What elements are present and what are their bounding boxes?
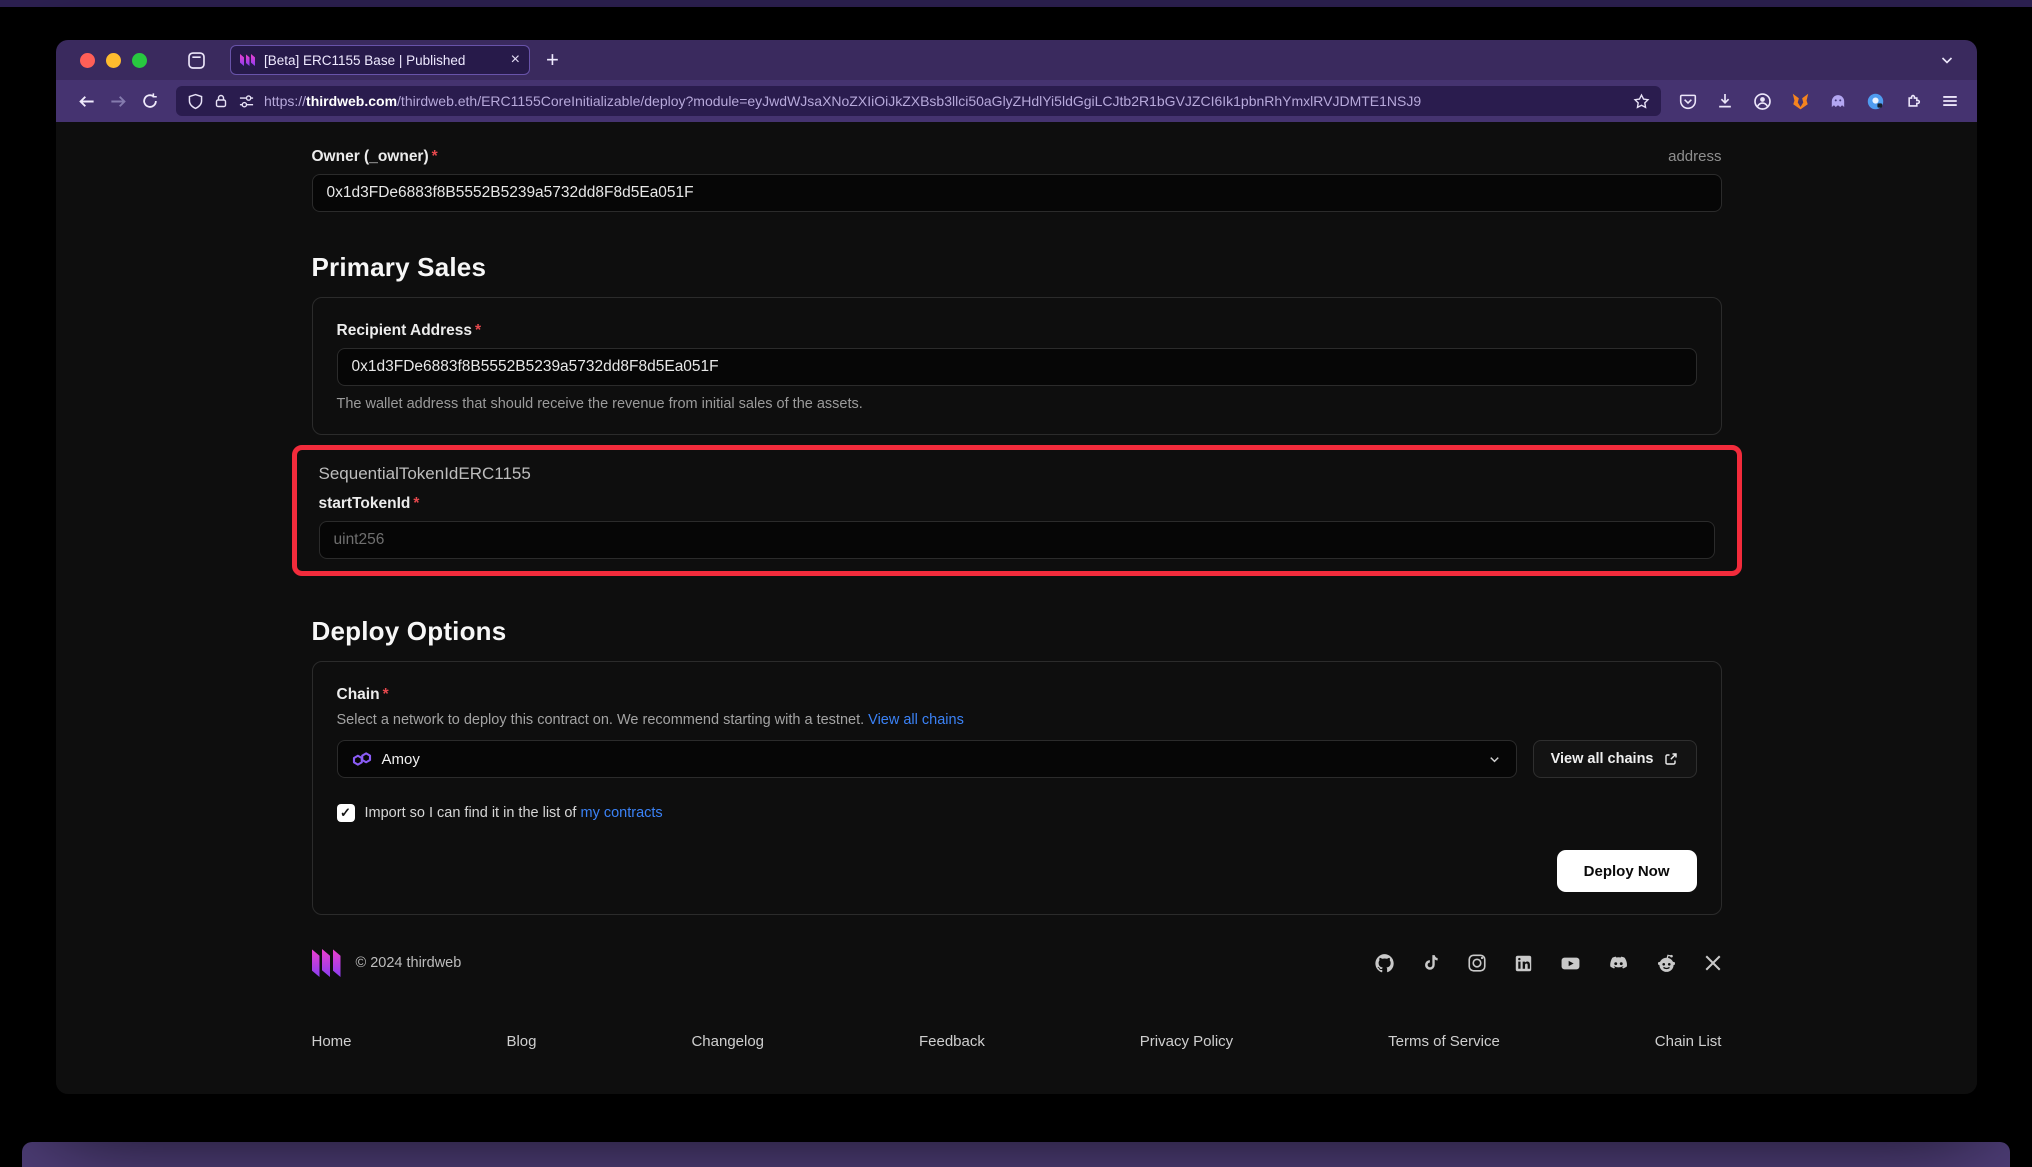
footer-link-blog[interactable]: Blog bbox=[506, 1033, 536, 1050]
owner-field-label: Owner (_owner)* bbox=[312, 148, 438, 166]
browser-window: [Beta] ERC1155 Base | Published × + bbox=[56, 40, 1977, 1094]
menu-hamburger-icon[interactable] bbox=[1941, 92, 1959, 110]
owner-type-tag: address bbox=[1668, 148, 1721, 165]
sequential-token-heading: SequentialTokenIdERC1155 bbox=[319, 464, 1715, 484]
owner-input[interactable] bbox=[312, 174, 1722, 212]
footer-link-changelog[interactable]: Changelog bbox=[691, 1033, 764, 1050]
lock-icon[interactable] bbox=[213, 93, 229, 109]
chevron-down-icon bbox=[1487, 752, 1502, 767]
firefox-view-icon[interactable] bbox=[187, 51, 206, 70]
footer-link-privacy-policy[interactable]: Privacy Policy bbox=[1140, 1033, 1233, 1050]
view-all-chains-button[interactable]: View all chains bbox=[1533, 740, 1697, 778]
new-tab-button[interactable]: + bbox=[546, 47, 559, 73]
chain-select[interactable]: Amoy bbox=[337, 740, 1517, 778]
youtube-icon[interactable] bbox=[1560, 953, 1581, 974]
url-path: /thirdweb.eth/ERC1155CoreInitializable/d… bbox=[397, 93, 1421, 109]
list-tabs-chevron-icon[interactable] bbox=[1939, 52, 1955, 68]
recipient-address-label: Recipient Address* bbox=[337, 322, 482, 339]
thirdweb-logo bbox=[312, 949, 341, 977]
view-all-chains-link[interactable]: View all chains bbox=[868, 712, 964, 728]
start-token-id-label: startTokenId* bbox=[319, 495, 420, 512]
reload-icon[interactable] bbox=[134, 92, 166, 110]
primary-sales-heading: Primary Sales bbox=[312, 252, 1722, 283]
browser-titlebar: [Beta] ERC1155 Base | Published × + bbox=[56, 40, 1977, 80]
download-icon[interactable] bbox=[1716, 92, 1734, 110]
required-asterisk: * bbox=[383, 686, 389, 703]
tab-title: [Beta] ERC1155 Base | Published bbox=[264, 53, 507, 68]
recipient-address-input[interactable] bbox=[337, 348, 1697, 386]
toolbar-extension-icons bbox=[1679, 92, 1959, 111]
metamask-icon[interactable] bbox=[1791, 92, 1810, 111]
forward-icon[interactable] bbox=[102, 92, 134, 111]
browser-toolbar: https://thirdweb.com/thirdweb.eth/ERC115… bbox=[56, 80, 1977, 122]
pocket-icon[interactable] bbox=[1679, 92, 1697, 110]
wallet-extension-icon[interactable] bbox=[1866, 92, 1885, 111]
account-icon[interactable] bbox=[1753, 92, 1772, 111]
thirdweb-favicon-icon bbox=[240, 54, 255, 66]
import-checkbox-label: Import so I can find it in the list of m… bbox=[365, 805, 663, 821]
github-icon[interactable] bbox=[1374, 953, 1395, 974]
view-all-chains-button-label: View all chains bbox=[1551, 751, 1654, 767]
footer-links: Home Blog Changelog Feedback Privacy Pol… bbox=[312, 1033, 1722, 1050]
url-text[interactable]: https://thirdweb.com/thirdweb.eth/ERC115… bbox=[264, 93, 1625, 109]
footer-link-chain-list[interactable]: Chain List bbox=[1655, 1033, 1722, 1050]
back-icon[interactable] bbox=[70, 92, 102, 111]
tab-close-icon[interactable]: × bbox=[511, 52, 520, 68]
url-scheme: https:// bbox=[264, 93, 306, 109]
sequential-token-section-highlight: SequentialTokenIdERC1155 startTokenId* bbox=[292, 445, 1742, 576]
desktop-accent-strip-bottom bbox=[22, 1142, 2010, 1167]
chain-description: Select a network to deploy this contract… bbox=[337, 712, 1697, 728]
minimize-window-button[interactable] bbox=[106, 53, 121, 68]
x-twitter-icon[interactable] bbox=[1704, 954, 1722, 972]
required-asterisk: * bbox=[475, 322, 481, 339]
recipient-address-help: The wallet address that should receive t… bbox=[337, 396, 1697, 412]
footer-link-home[interactable]: Home bbox=[312, 1033, 352, 1050]
deploy-now-button[interactable]: Deploy Now bbox=[1557, 850, 1697, 892]
tracking-protection-shield-icon[interactable] bbox=[187, 93, 204, 110]
required-asterisk: * bbox=[413, 495, 419, 512]
page-footer: © 2024 thirdweb bbox=[312, 949, 1722, 1050]
desktop-accent-strip-top bbox=[0, 0, 2032, 7]
browser-tab[interactable]: [Beta] ERC1155 Base | Published × bbox=[230, 45, 530, 75]
phantom-icon[interactable] bbox=[1829, 92, 1847, 110]
import-checkbox[interactable]: ✓ bbox=[337, 804, 355, 822]
external-link-icon bbox=[1663, 751, 1679, 767]
instagram-icon[interactable] bbox=[1467, 953, 1487, 973]
social-links bbox=[1374, 953, 1722, 974]
footer-link-feedback[interactable]: Feedback bbox=[919, 1033, 985, 1050]
bookmark-star-icon[interactable] bbox=[1633, 93, 1650, 110]
chain-selected-value: Amoy bbox=[382, 751, 420, 768]
close-window-button[interactable] bbox=[80, 53, 95, 68]
url-domain: thirdweb.com bbox=[306, 93, 397, 109]
permissions-icon[interactable] bbox=[238, 93, 255, 110]
discord-icon[interactable] bbox=[1608, 953, 1629, 974]
linkedin-icon[interactable] bbox=[1514, 954, 1533, 973]
window-controls bbox=[80, 53, 147, 68]
footer-link-terms-of-service[interactable]: Terms of Service bbox=[1388, 1033, 1500, 1050]
required-asterisk: * bbox=[432, 148, 438, 165]
chain-label: Chain* bbox=[337, 686, 389, 703]
my-contracts-link[interactable]: my contracts bbox=[581, 805, 663, 821]
copyright-text: © 2024 thirdweb bbox=[356, 955, 462, 971]
extensions-puzzle-icon[interactable] bbox=[1904, 92, 1922, 110]
deploy-options-card: Chain* Select a network to deploy this c… bbox=[312, 661, 1722, 915]
polygon-chain-icon bbox=[352, 749, 372, 769]
maximize-window-button[interactable] bbox=[132, 53, 147, 68]
reddit-icon[interactable] bbox=[1656, 953, 1677, 974]
tiktok-icon[interactable] bbox=[1422, 954, 1440, 972]
primary-sales-card: Recipient Address* The wallet address th… bbox=[312, 297, 1722, 435]
deploy-options-heading: Deploy Options bbox=[312, 616, 1722, 647]
url-bar[interactable]: https://thirdweb.com/thirdweb.eth/ERC115… bbox=[176, 86, 1661, 116]
start-token-id-input[interactable] bbox=[319, 521, 1715, 559]
page-content: Owner (_owner)* address Primary Sales Re… bbox=[56, 122, 1977, 1094]
